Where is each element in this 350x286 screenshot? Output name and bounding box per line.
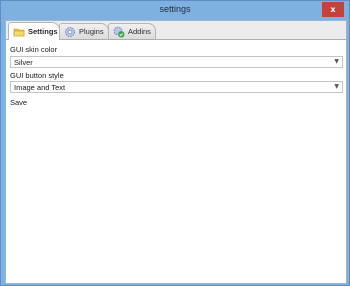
chevron-down-icon: ▼ bbox=[334, 83, 339, 90]
button-style-label: GUI button style bbox=[10, 71, 64, 80]
skin-color-value: Silver bbox=[14, 58, 33, 67]
tab-plugins-label: Plugins bbox=[79, 27, 104, 36]
close-button[interactable]: x bbox=[322, 2, 344, 17]
folder-icon bbox=[13, 26, 25, 38]
chevron-down-icon: ▼ bbox=[334, 58, 339, 65]
client-area: Settings Plugins Addins GUI skin color S… bbox=[5, 20, 347, 284]
skin-color-dropdown[interactable]: Silver ▼ bbox=[10, 56, 343, 68]
settings-window: settings x Settings Plugins Addins GUI s… bbox=[0, 0, 350, 286]
button-style-dropdown[interactable]: Image and Text ▼ bbox=[10, 81, 343, 93]
skin-color-label: GUI skin color bbox=[10, 45, 58, 54]
tab-settings-label: Settings bbox=[28, 27, 58, 36]
tab-settings[interactable]: Settings bbox=[8, 22, 60, 40]
save-button[interactable]: Save bbox=[10, 98, 27, 107]
tab-strip: Settings Plugins Addins bbox=[6, 21, 346, 40]
addin-gear-check-icon bbox=[113, 26, 125, 38]
tab-addins-label: Addins bbox=[128, 27, 151, 36]
button-style-value: Image and Text bbox=[14, 83, 66, 92]
title-bar[interactable]: settings x bbox=[1, 1, 349, 20]
tab-plugins[interactable]: Plugins bbox=[59, 23, 109, 39]
tab-addins[interactable]: Addins bbox=[108, 23, 156, 39]
gear-icon bbox=[64, 26, 76, 38]
window-title: settings bbox=[159, 4, 191, 14]
